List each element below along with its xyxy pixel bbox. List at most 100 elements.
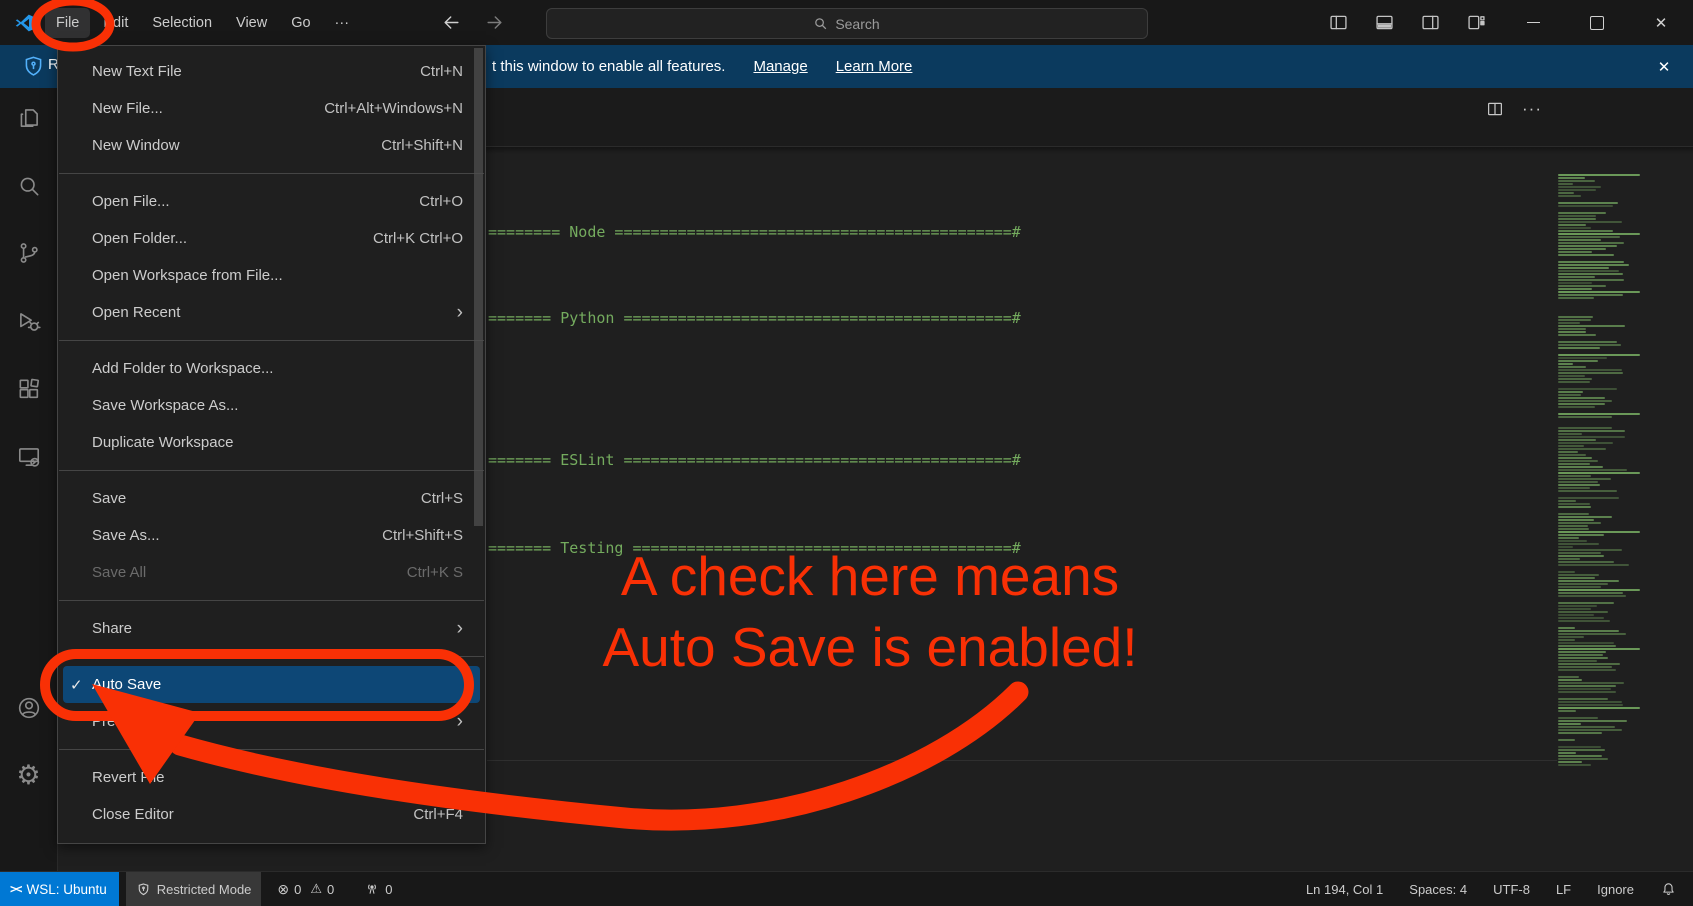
ports-status[interactable]: 0 [354, 872, 402, 906]
menu-item-revert-file[interactable]: Revert File [58, 759, 485, 796]
maximize-icon[interactable] [1565, 0, 1629, 45]
activity-source-control-icon[interactable] [0, 233, 57, 273]
minimap-line [1558, 344, 1621, 346]
menu-item-new-text-file[interactable]: New Text FileCtrl+N [58, 53, 485, 90]
status-item-cursor-position[interactable]: Ln 194, Col 1 [1306, 882, 1383, 897]
activity-account-icon[interactable] [0, 688, 57, 728]
minimap-line [1558, 506, 1591, 508]
minimap-line [1558, 454, 1586, 456]
minimap-line [1558, 282, 1592, 284]
minimap-line [1558, 276, 1595, 278]
menu-item-shortcut: Ctrl+Alt+Windows+N [324, 100, 463, 117]
minimap-line [1558, 688, 1611, 690]
banner-close-icon[interactable]: ✕ [1649, 45, 1679, 88]
menu-item-save-as[interactable]: Save As...Ctrl+Shift+S [58, 517, 485, 554]
menu-file[interactable]: File [45, 8, 90, 38]
split-editor-icon[interactable] [1486, 100, 1504, 118]
minimap-line [1558, 177, 1585, 179]
menu-item-open-file[interactable]: Open File...Ctrl+O [58, 183, 485, 220]
minimize-icon[interactable] [1501, 0, 1565, 45]
minimap-line [1558, 707, 1640, 709]
minimap-line [1558, 242, 1624, 244]
activity-files-icon[interactable] [0, 98, 57, 138]
minimap-line [1558, 294, 1623, 296]
menu-item-open-workspace-from-file[interactable]: Open Workspace from File... [58, 257, 485, 294]
activity-search-icon[interactable] [0, 166, 57, 206]
status-item-eol[interactable]: LF [1556, 882, 1571, 897]
minimap-line [1558, 528, 1589, 530]
menu-item-save[interactable]: SaveCtrl+S [58, 480, 485, 517]
minimap-line [1558, 212, 1606, 214]
close-icon[interactable]: ✕ [1629, 0, 1693, 45]
menu-edit[interactable]: Edit [92, 8, 139, 38]
minimap-line [1558, 592, 1623, 594]
restricted-mode-status[interactable]: Restricted Mode [126, 872, 262, 906]
menu-item-open-folder[interactable]: Open Folder...Ctrl+K Ctrl+O [58, 220, 485, 257]
minimap-line [1558, 723, 1581, 725]
menu-item-save-workspace-as[interactable]: Save Workspace As... [58, 387, 485, 424]
code-comment-line: ======= Testing ========================… [488, 538, 1021, 558]
minimap-line [1558, 726, 1615, 728]
vscode-logo-icon [13, 12, 35, 34]
minimap-line [1558, 497, 1619, 499]
bell-icon[interactable] [1660, 881, 1677, 898]
minimap-line [1558, 445, 1584, 447]
more-actions-icon[interactable]: ··· [1522, 99, 1542, 119]
banner-learn-more-link[interactable]: Learn More [836, 58, 913, 75]
menu-selection[interactable]: Selection [141, 8, 223, 38]
menu-item-share[interactable]: Share› [58, 610, 485, 647]
search-input[interactable]: Search [546, 8, 1148, 39]
minimap-line [1558, 614, 1594, 616]
search-icon [813, 16, 828, 31]
minimap-line [1558, 375, 1585, 377]
status-item-language-mode[interactable]: Ignore [1597, 882, 1634, 897]
workspace-trust-shield-icon [21, 54, 46, 79]
activity-run-debug-icon[interactable] [0, 302, 57, 342]
menu-item-label: Save All [92, 564, 146, 581]
menu-item-new-file[interactable]: New File...Ctrl+Alt+Windows+N [58, 90, 485, 127]
menu-item-label: Revert File [92, 769, 165, 786]
menu-item-add-folder-to-workspace[interactable]: Add Folder to Workspace... [58, 350, 485, 387]
activity-settings-gear-icon[interactable]: ⚙ [0, 755, 57, 795]
minimap-line [1558, 186, 1601, 188]
activity-remote-explorer-icon[interactable] [0, 437, 57, 477]
minimap-line [1558, 481, 1598, 483]
toggle-sidebar-icon[interactable] [1328, 12, 1349, 33]
minimap[interactable] [1558, 174, 1644, 872]
menu-item-duplicate-workspace[interactable]: Duplicate Workspace [58, 424, 485, 461]
menu-go[interactable]: Go [280, 8, 321, 38]
toggle-secondary-sidebar-icon[interactable] [1420, 12, 1441, 33]
minimap-line [1558, 469, 1627, 471]
forward-arrow-icon[interactable] [485, 13, 504, 32]
back-arrow-icon[interactable] [442, 13, 461, 32]
minimap-line [1558, 180, 1595, 182]
menu-item-label: Auto Save [92, 676, 161, 693]
minimap-line [1558, 319, 1591, 321]
minimap-line [1558, 224, 1586, 226]
minimap-line [1558, 183, 1573, 185]
minimap-line [1558, 679, 1582, 681]
activity-extensions-icon[interactable] [0, 370, 57, 410]
status-item-encoding[interactable]: UTF-8 [1493, 882, 1530, 897]
menu-item-open-recent[interactable]: Open Recent› [58, 294, 485, 331]
banner-manage-link[interactable]: Manage [753, 58, 807, 75]
minimap-line [1558, 636, 1584, 638]
menu-item-close-editor[interactable]: Close EditorCtrl+F4 [58, 796, 485, 833]
minimap-line [1558, 580, 1619, 582]
chevron-right-icon: › [457, 619, 463, 638]
toggle-panel-icon[interactable] [1374, 12, 1395, 33]
menu-item-preferences[interactable]: Preferences› [58, 703, 485, 740]
menu-scrollbar[interactable] [474, 48, 483, 526]
menu-item-auto-save[interactable]: ✓Auto Save [63, 666, 480, 703]
menu-item-save-all: Save AllCtrl+K S [58, 554, 485, 591]
customize-layout-icon[interactable] [1466, 12, 1487, 33]
status-item-indentation[interactable]: Spaces: 4 [1409, 882, 1467, 897]
menu-item-new-window[interactable]: New WindowCtrl+Shift+N [58, 127, 485, 164]
menu-more[interactable]: ··· [324, 8, 361, 38]
problems-status[interactable]: ⊗ 0 ⚠ 0 [267, 872, 344, 906]
minimap-line [1558, 264, 1629, 266]
menu-view[interactable]: View [225, 8, 278, 38]
minimap-line [1558, 369, 1622, 371]
menu-separator [59, 600, 484, 601]
remote-indicator[interactable]: >< WSL: Ubuntu [0, 872, 119, 906]
